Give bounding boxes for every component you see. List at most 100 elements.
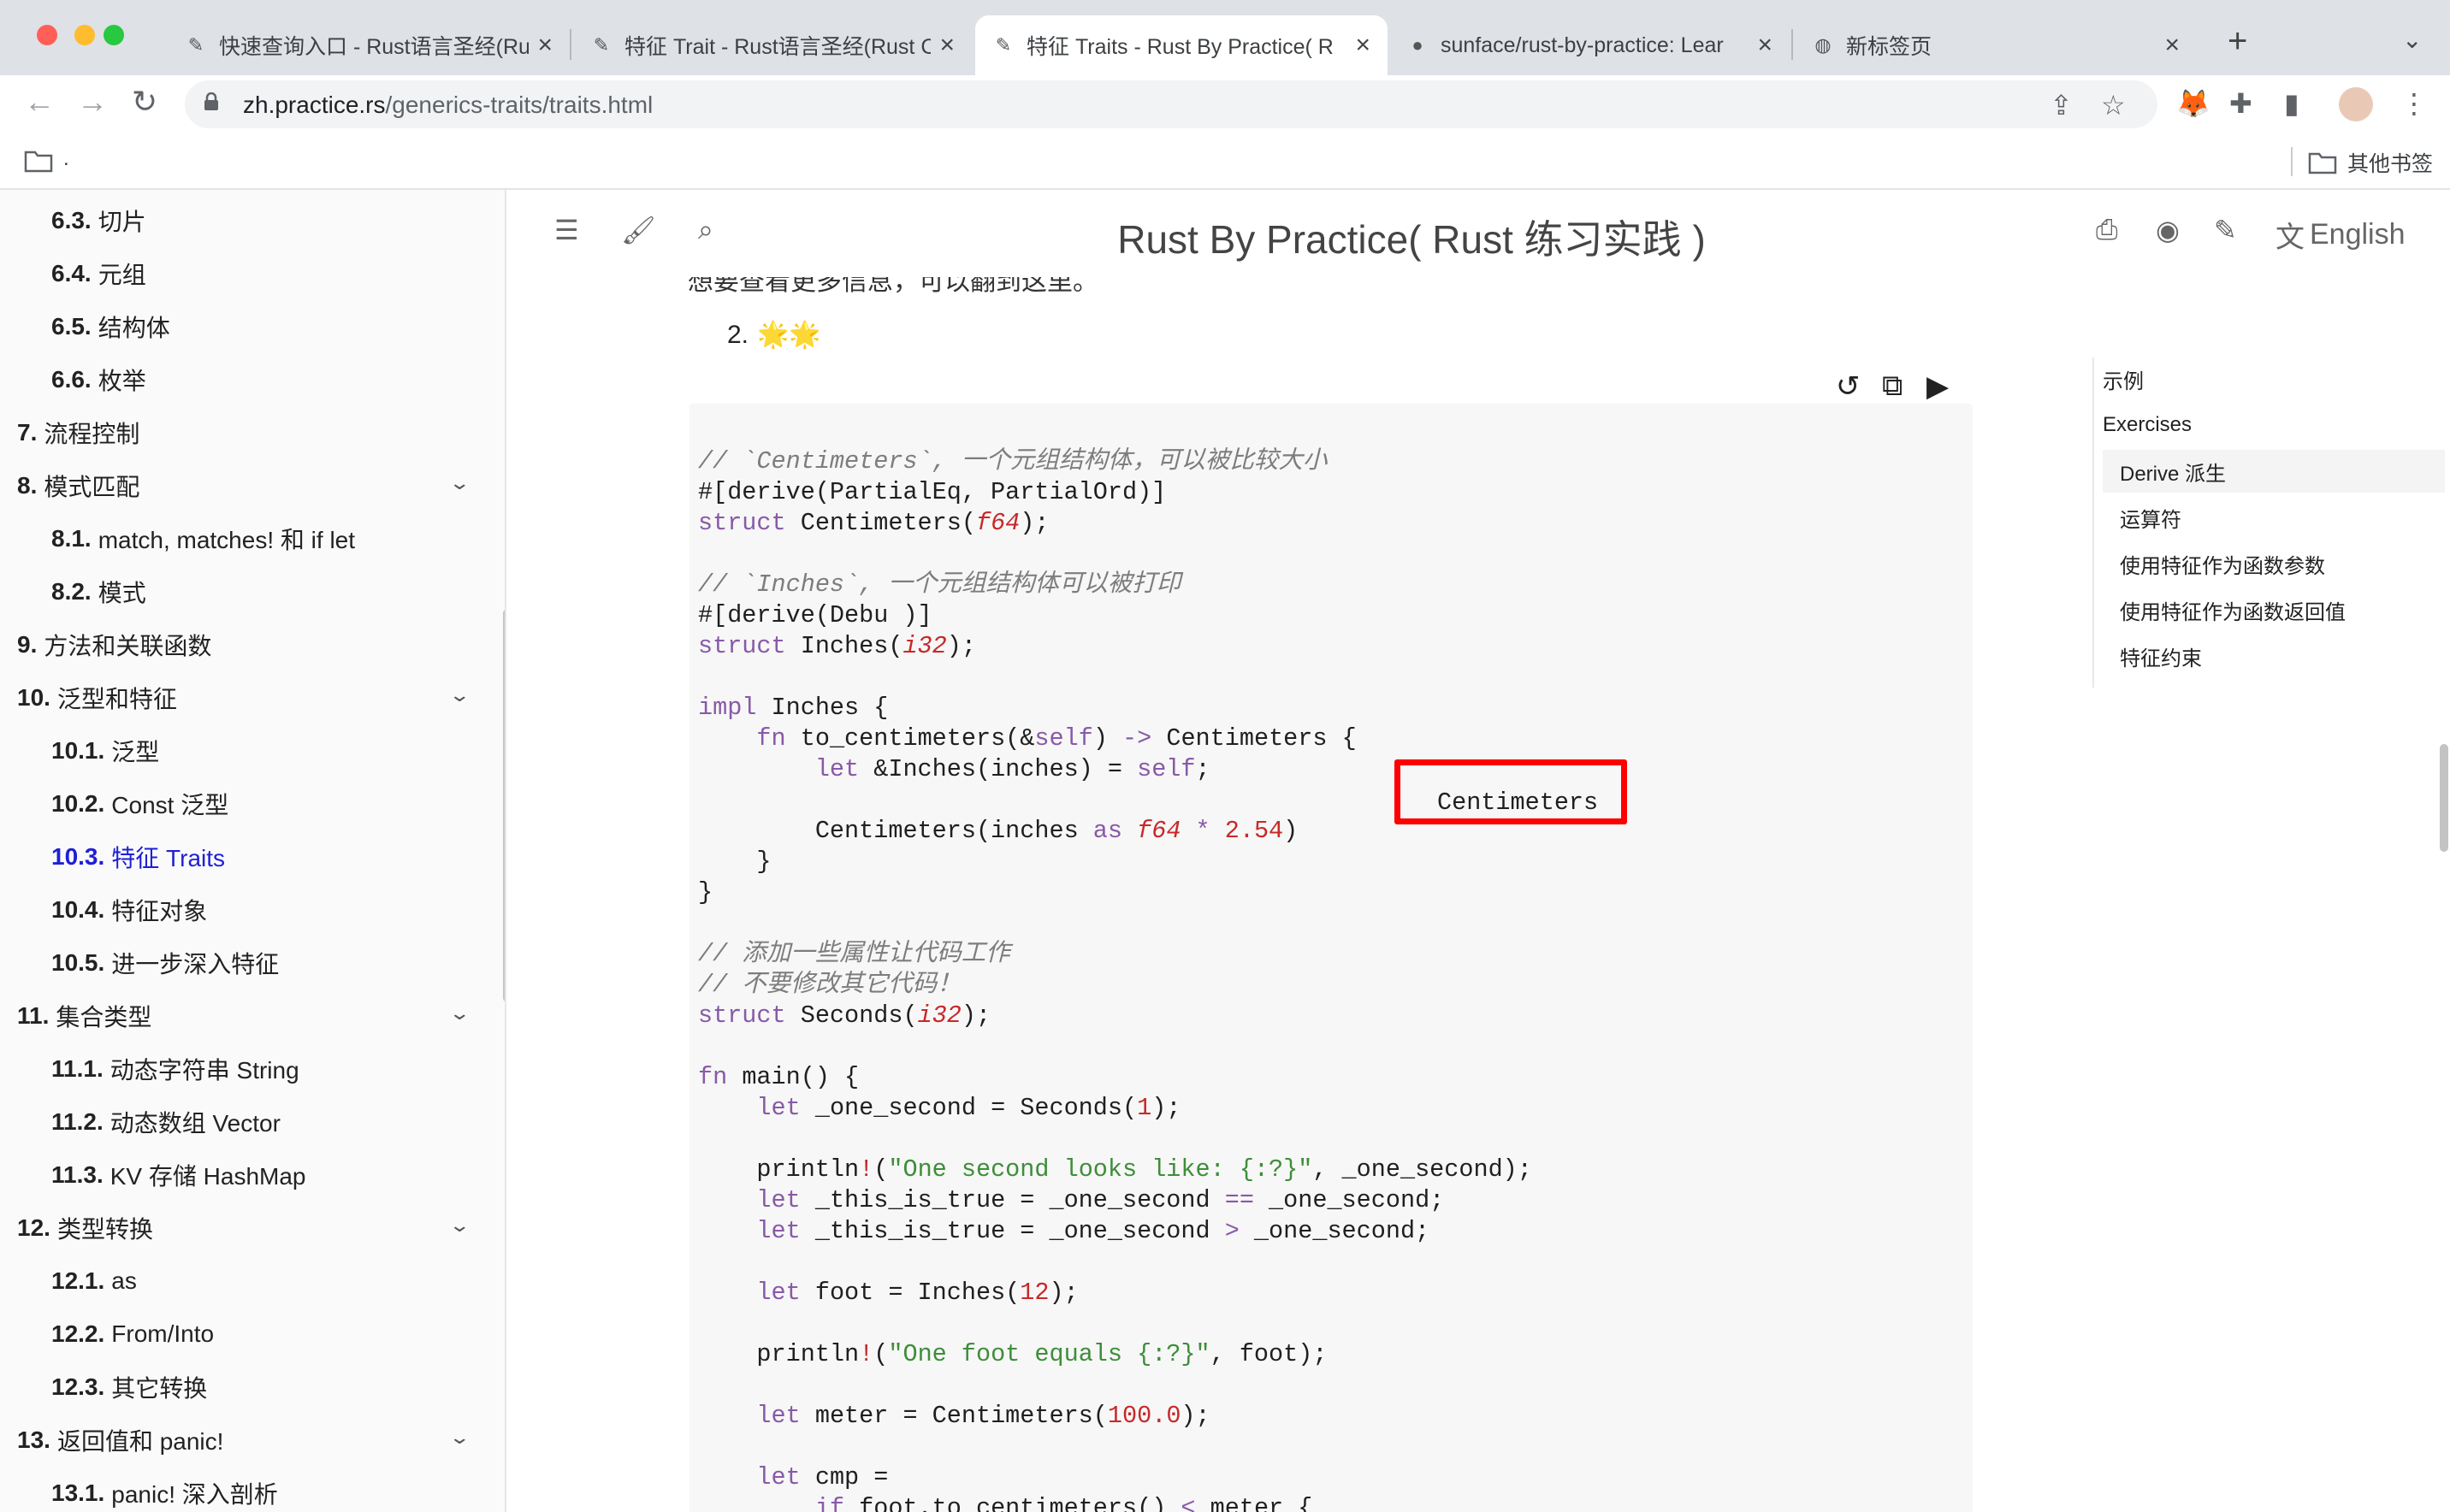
sidebar-item[interactable]: 8. 模式匹配	[0, 462, 139, 510]
sidebar-item[interactable]: 13. 返回值和 panic!	[0, 1416, 223, 1464]
forward-button[interactable]: →	[77, 84, 108, 120]
sidebar-item[interactable]: 8.2. 模式	[0, 568, 146, 616]
code-token: "One foot equals {:?}"	[888, 1340, 1210, 1368]
code-token: f64	[975, 509, 1021, 537]
sidebar-item[interactable]: 11.2. 动态数组 Vector	[0, 1098, 281, 1146]
sidebar-item[interactable]: 12.1. as	[0, 1257, 137, 1305]
copy-code-icon[interactable]: ⧉	[1882, 369, 1903, 403]
sidebar-item[interactable]: 6.6. 枚举	[0, 356, 146, 404]
more-menu-icon[interactable]: ⋮	[2400, 87, 2428, 120]
browser-tab[interactable]: ✎ 特征 Traits - Rust By Practice( R ×	[975, 15, 1388, 75]
browser-tab[interactable]: ✎ 特征 Trait - Rust语言圣经(Rust C ×	[573, 15, 972, 75]
sidebar-item[interactable]: 7. 流程控制	[0, 409, 139, 457]
code-line: // `Inches`, 一个元组结构体可以被打印	[698, 570, 1181, 599]
new-tab-button[interactable]: +	[2228, 22, 2247, 61]
reload-button[interactable]: ↻	[132, 84, 157, 120]
code-line: // 不要修改其它代码！	[698, 971, 962, 999]
metamask-extension-icon[interactable]: 🦊	[2176, 87, 2210, 120]
code-token: "One second looks like: {:?}"	[888, 1155, 1313, 1184]
sidebar-item[interactable]: 10.3. 特征 Traits	[0, 833, 225, 881]
sidebar-item[interactable]: 11.1. 动态字符串 String	[0, 1045, 299, 1093]
code-token: let	[756, 1186, 801, 1214]
browser-tab[interactable]: ✎ 快速查询入口 - Rust语言圣经(Ru ×	[168, 15, 570, 75]
toc-item[interactable]: Derive 派生	[2103, 450, 2445, 493]
toc-item[interactable]: 使用特征作为函数返回值	[2103, 588, 2445, 631]
tab-close-button[interactable]: ×	[1757, 31, 1772, 60]
toc-item[interactable]: 特征约束	[2103, 635, 2445, 677]
code-token: let	[756, 1094, 801, 1122]
sidebar-item-number: 10.3.	[51, 843, 105, 870]
tab-close-button[interactable]: ×	[939, 31, 955, 60]
share-icon[interactable]: ⇪	[2050, 89, 2073, 121]
sidebar-item[interactable]: 13.1. panic! 深入剖析	[0, 1469, 278, 1512]
sidebar-item[interactable]: 9. 方法和关联函数	[0, 621, 211, 669]
sidebar-item[interactable]: 6.5. 结构体	[0, 303, 170, 351]
run-code-icon[interactable]: ▶	[1926, 369, 1949, 404]
chevron-down-icon[interactable]: ⌄	[448, 1426, 470, 1449]
sidebar-item[interactable]: 11.3. KV 存储 HashMap	[0, 1151, 305, 1199]
code-token: i32	[917, 1001, 962, 1030]
code-line: let _one_second = Seconds(1);	[698, 1094, 1181, 1122]
sidebar-item[interactable]: 12.3. 其它转换	[0, 1363, 207, 1411]
sidebar-item[interactable]: 10.4. 特征对象	[0, 886, 207, 934]
globe-icon: ◍	[1814, 34, 1832, 56]
code-token: // `Inches`, 一个元组结构体可以被打印	[698, 570, 1181, 599]
sidebar-item[interactable]: 6.4. 元组	[0, 250, 146, 298]
code-token: Centimeters(	[785, 509, 976, 537]
code-token: cmp =	[800, 1463, 889, 1491]
sidebar-item[interactable]: 6.3. 切片	[0, 197, 146, 245]
sidebar-item[interactable]: 10.2. Const 泛型	[0, 780, 228, 828]
page-scrollbar[interactable]	[2440, 744, 2448, 852]
profile-avatar[interactable]	[2339, 87, 2373, 121]
bookmark-item[interactable]: .	[63, 147, 69, 171]
side-panel-icon[interactable]: ▮	[2284, 87, 2299, 120]
folder-icon[interactable]	[24, 149, 53, 173]
tab-close-button[interactable]: ×	[537, 31, 553, 60]
address-bar[interactable]: zh.practice.rs/generics-traits/traits.ht…	[185, 80, 2157, 128]
extensions-puzzle-icon[interactable]: ✚	[2229, 87, 2252, 120]
toc-item[interactable]: 示例	[2103, 357, 2445, 400]
sidebar-item-number: 13.	[17, 1426, 50, 1453]
sidebar-item[interactable]: 10. 泛型和特征	[0, 674, 177, 722]
bookmark-star-icon[interactable]: ☆	[2101, 89, 2126, 121]
toc-item[interactable]: 运算符	[2103, 496, 2445, 539]
sidebar-item[interactable]: 10.5. 进一步深入特征	[0, 939, 279, 987]
browser-tab[interactable]: ◍ 新标签页 ×	[1795, 15, 2197, 75]
sidebar-item[interactable]: 11. 集合类型	[0, 992, 151, 1040]
github-icon[interactable]: ◉	[2156, 214, 2180, 246]
tab-search-button[interactable]: ⌄	[2402, 26, 2422, 54]
chevron-down-icon[interactable]: ⌄	[448, 684, 470, 706]
language-switcher[interactable]: 文 English	[2275, 214, 2406, 256]
sidebar-item[interactable]: 8.1. match, matches! 和 if let	[0, 515, 355, 563]
sidebar-item[interactable]: 10.1. 泛型	[0, 727, 159, 775]
print-icon[interactable]: ⎙	[2096, 214, 2118, 246]
url-path: /generics-traits/traits.html	[385, 92, 654, 118]
edit-icon[interactable]: ✎	[2214, 214, 2237, 246]
url-text[interactable]: zh.practice.rs/generics-traits/traits.ht…	[243, 92, 653, 119]
tab-close-button[interactable]: ×	[1355, 31, 1370, 60]
code-token: );	[946, 632, 976, 660]
toc-item[interactable]: 使用特征作为函数参数	[2103, 542, 2445, 585]
sidebar-item-number: 6.6.	[51, 366, 92, 393]
undo-changes-icon[interactable]: ↺	[1836, 369, 1861, 404]
back-button[interactable]: ←	[24, 84, 55, 120]
browser-tab[interactable]: ● sunface/rust-by-practice: Lear ×	[1389, 15, 1790, 75]
code-token: meter {	[1195, 1494, 1313, 1512]
sidebar-scrollbar[interactable]	[503, 609, 505, 1002]
close-window-button[interactable]	[37, 25, 57, 45]
code-token: }	[698, 848, 772, 876]
code-editor[interactable]: // `Centimeters`, 一个元组结构体，可以被比较大小 #[deri…	[698, 446, 1532, 1512]
chevron-down-icon[interactable]: ⌄	[448, 1214, 470, 1237]
sidebar-item[interactable]: 12. 类型转换	[0, 1204, 153, 1252]
sidebar-item-number: 6.5.	[51, 313, 92, 340]
code-token: f64	[1137, 817, 1181, 845]
other-bookmarks-button[interactable]: 其他书签	[2308, 147, 2433, 178]
code-line: #[derive(PartialEq, PartialOrd)]	[698, 478, 1166, 506]
tab-close-button[interactable]: ×	[2164, 31, 2180, 60]
toc-item[interactable]: Exercises	[2103, 404, 2445, 446]
chevron-down-icon[interactable]: ⌄	[448, 1002, 470, 1025]
chevron-down-icon[interactable]: ⌄	[448, 472, 470, 494]
sidebar-item[interactable]: 12.2. From/Into	[0, 1310, 214, 1358]
zoom-window-button[interactable]	[104, 25, 124, 45]
minimize-window-button[interactable]	[74, 25, 95, 45]
